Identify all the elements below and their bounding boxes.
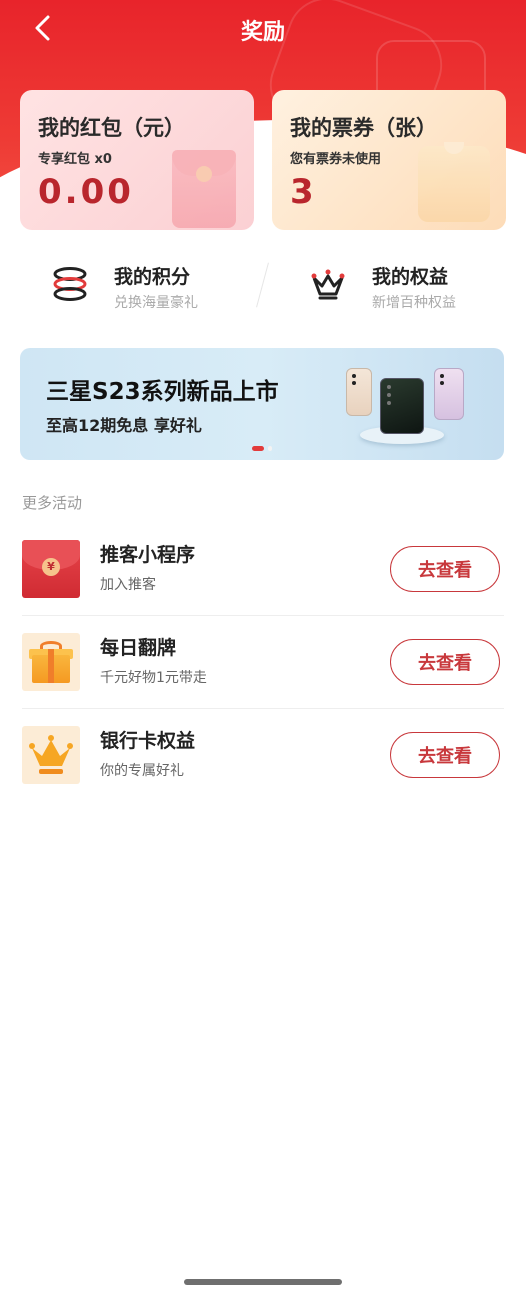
- activity-subtitle: 你的专属好礼: [100, 763, 184, 779]
- divider: [22, 708, 504, 709]
- view-button[interactable]: 去查看: [390, 546, 500, 592]
- view-button[interactable]: 去查看: [390, 639, 500, 685]
- points-title: 我的积分: [114, 266, 191, 288]
- activity-row: 银行卡权益 你的专属好礼 去查看: [0, 710, 526, 802]
- activity-row: ¥ 推客小程序 加入推客 去查看: [0, 524, 526, 616]
- red-packet-title: 我的红包（元）: [38, 116, 185, 140]
- crown-icon: [22, 726, 80, 784]
- red-envelope-icon: ¥: [22, 540, 80, 598]
- carousel-dot-active: [252, 446, 264, 451]
- banner-subtitle: 至高12期免息 享好礼: [46, 416, 202, 435]
- tickets-subtitle: 您有票券未使用: [290, 152, 382, 167]
- benefits-title: 我的权益: [372, 266, 449, 288]
- view-button[interactable]: 去查看: [390, 732, 500, 778]
- phone-image: [434, 368, 464, 420]
- divider: [22, 615, 504, 616]
- promo-banner[interactable]: 三星S23系列新品上市 至高12期免息 享好礼: [20, 348, 504, 460]
- tickets-value: 3: [290, 172, 317, 212]
- page-title: 奖励: [240, 20, 285, 45]
- activity-title: 银行卡权益: [100, 730, 196, 752]
- benefits-link[interactable]: 我的权益 新增百种权益: [298, 258, 518, 318]
- benefits-subtitle: 新增百种权益: [372, 295, 456, 311]
- tickets-title: 我的票券（张）: [290, 116, 437, 140]
- points-subtitle: 兑换海量豪礼: [114, 295, 198, 311]
- activity-row: 每日翻牌 千元好物1元带走 去查看: [0, 617, 526, 709]
- ticket-icon: [418, 142, 490, 222]
- top-bar: 奖励: [0, 0, 526, 56]
- coin-stack-icon: [53, 267, 87, 301]
- red-packet-card[interactable]: 我的红包（元） 专享红包 x0 0.00: [20, 90, 254, 230]
- phone-image: [380, 378, 424, 434]
- red-packet-subtitle: 专享红包 x0: [38, 152, 112, 167]
- points-link[interactable]: 我的积分 兑换海量豪礼: [40, 258, 260, 318]
- activity-subtitle: 千元好物1元带走: [100, 670, 207, 686]
- gift-box-icon: [22, 633, 80, 691]
- red-envelope-icon: [172, 150, 236, 228]
- section-label: 更多活动: [22, 494, 83, 512]
- activity-subtitle: 加入推客: [100, 577, 156, 593]
- tickets-card[interactable]: 我的票券（张） 您有票券未使用 3: [272, 90, 506, 230]
- activity-title: 每日翻牌: [100, 637, 177, 659]
- banner-title: 三星S23系列新品上市: [46, 379, 279, 405]
- activity-title: 推客小程序: [100, 544, 196, 566]
- carousel-dot: [268, 446, 272, 451]
- phone-image: [346, 368, 372, 416]
- home-indicator[interactable]: [184, 1279, 342, 1285]
- crown-icon: [311, 269, 345, 300]
- red-packet-value: 0.00: [38, 172, 134, 212]
